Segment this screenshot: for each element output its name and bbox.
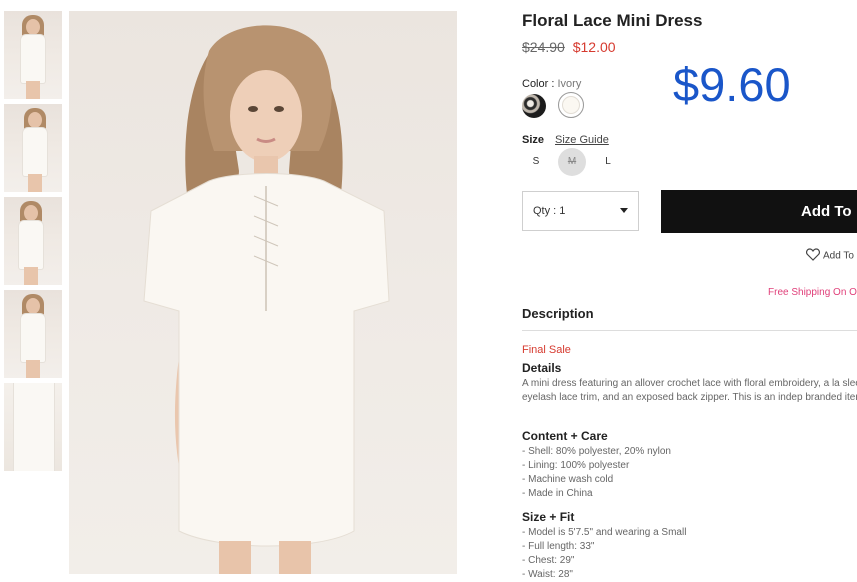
price-row: $24.90 $12.00 [522, 39, 616, 55]
product-title: Floral Lace Mini Dress [522, 11, 703, 30]
description-heading[interactable]: Description [522, 306, 594, 321]
quantity-select[interactable]: Qty : 1 [522, 191, 639, 231]
quantity-label: Qty : 1 [533, 205, 566, 217]
size-option-s[interactable]: S [522, 148, 550, 176]
size-label: Size [522, 134, 545, 146]
thumbnail-5[interactable] [4, 383, 62, 471]
list-item: - Machine wash cold [522, 474, 614, 485]
description-divider [522, 330, 857, 331]
add-to-bag-button[interactable]: Add To [661, 190, 857, 233]
content-care-heading: Content + Care [522, 429, 608, 443]
list-item: - Lining: 100% polyester [522, 460, 630, 471]
caret-down-icon [620, 208, 628, 213]
thumbnail-4[interactable] [4, 290, 62, 378]
original-price: $24.90 [522, 39, 565, 55]
color-selected-value: Ivory [557, 78, 582, 90]
product-details-panel: Floral Lace Mini Dress $24.90 $12.00 $9.… [522, 0, 857, 580]
list-item: - Made in China [522, 488, 593, 499]
ivory-swatch[interactable] [558, 92, 584, 118]
floral-swatch[interactable] [522, 94, 546, 118]
list-item: - Shell: 80% polyester, 20% nylon [522, 446, 671, 457]
list-item: - Chest: 29" [522, 555, 575, 566]
list-item: - Full length: 33" [522, 541, 595, 552]
heart-icon [806, 248, 820, 264]
highlight-price: $9.60 [673, 58, 791, 111]
size-option-m[interactable]: M [558, 148, 586, 176]
thumbnail-2[interactable] [4, 104, 62, 192]
color-label: Color [522, 78, 549, 90]
model-photo-illustration [143, 25, 390, 574]
content-care-list: - Shell: 80% polyester, 20% nylon - Lini… [522, 445, 671, 501]
details-text: A mini dress featuring an allover croche… [522, 378, 857, 403]
sale-price: $12.00 [572, 39, 616, 55]
add-to-wishlist-link[interactable]: Add To [806, 248, 854, 264]
list-item: - Waist: 28" [522, 569, 573, 580]
final-sale-label: Final Sale [522, 344, 571, 356]
main-product-image [69, 11, 457, 574]
wishlist-label: Add To [823, 250, 854, 262]
list-item: - Model is 5'7.5" and wearing a Small [522, 527, 687, 538]
thumbnail-3[interactable] [4, 197, 62, 285]
color-separator: : [551, 78, 555, 90]
size-guide-link[interactable]: Size Guide [555, 134, 609, 146]
thumbnail-gallery [4, 11, 62, 476]
size-option-l[interactable]: L [594, 148, 622, 176]
color-label-row: Color : Ivory [522, 78, 581, 90]
thumbnail-1[interactable] [4, 11, 62, 99]
free-shipping-link[interactable]: Free Shipping On O [768, 287, 857, 298]
details-heading: Details [522, 361, 562, 375]
size-fit-heading: Size + Fit [522, 510, 575, 524]
